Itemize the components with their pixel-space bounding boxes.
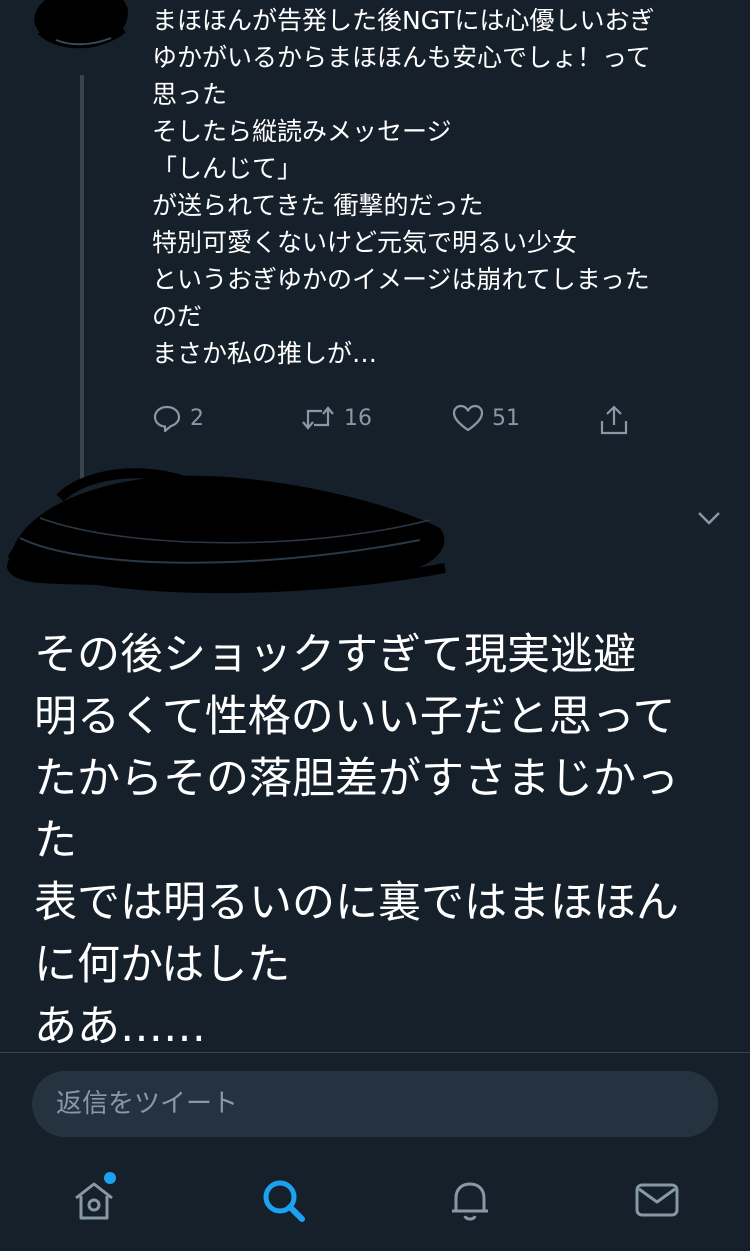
previous-tweet-text: まほほんが告発した後NGTには心優しいおぎ ゆかがいるからまほほんも安心でしょ！…: [152, 2, 727, 372]
tweet-text-line: まほほんが告発した後NGTには心優しいおぎ: [152, 6, 655, 35]
tweet-action-bar: 2 16 51: [150, 403, 650, 443]
tweet-text-line: ゆかがいるからまほほんも安心でしょ！って: [152, 43, 651, 72]
notifications-icon[interactable]: [446, 1176, 494, 1224]
heart-icon: [452, 404, 484, 432]
tweet-text-line: 思った: [152, 80, 228, 109]
thread-connector-line: [80, 75, 84, 480]
like-count: 51: [492, 405, 520, 431]
tweet-text-line: そしたら縦読みメッセージ: [152, 117, 452, 146]
tweet-text-line: というおぎゆかのイメージは崩れてしまった: [152, 265, 650, 294]
tweet-text-line: まさか私の推しが…: [152, 339, 378, 368]
retweet-button[interactable]: 16: [300, 403, 372, 433]
redacted-avatar-scribble: [34, 0, 128, 49]
reply-composer-bar: 返信をツイート: [0, 1052, 750, 1155]
messages-icon[interactable]: [633, 1176, 681, 1224]
reply-button[interactable]: 2: [152, 403, 204, 433]
redacted-author-scribble: [7, 468, 446, 594]
bottom-navigation: [0, 1154, 750, 1251]
tweet-text-line: 「しんじて」: [152, 154, 303, 183]
unread-indicator-dot: [104, 1172, 116, 1184]
tweet-text-line: が送られてきた 衝撃的だった: [152, 191, 484, 220]
tweet-text-line: 特別可愛くないけど元気で明るい少女: [152, 228, 578, 257]
main-tweet-text: その後ショックすぎて現実逃避 明るくて性格のいい子だと思って たからその落胆差が…: [34, 624, 724, 1058]
reply-count: 2: [190, 405, 204, 431]
like-button[interactable]: 51: [452, 403, 520, 433]
retweet-count: 16: [344, 405, 372, 431]
tweet-text-line: に何かはした: [34, 940, 291, 990]
tweet-text-line: その後ショックすぎて現実逃避: [34, 630, 636, 680]
retweet-icon: [302, 406, 334, 430]
search-icon[interactable]: [259, 1176, 307, 1224]
share-button[interactable]: [598, 403, 630, 437]
tweet-text-line: のだ: [152, 302, 203, 331]
tweet-text-line: 表では明るいのに裏ではまほほん: [34, 878, 679, 928]
share-icon: [600, 405, 628, 435]
reply-icon: [153, 405, 181, 433]
reply-input[interactable]: 返信をツイート: [32, 1071, 718, 1137]
chevron-down-icon[interactable]: [696, 505, 722, 531]
tweet-text-line: 明るくて性格のいい子だと思って: [34, 692, 676, 742]
tweet-text-line: ああ……: [34, 1002, 206, 1052]
tweet-text-line: た: [34, 816, 77, 866]
tweet-text-line: たからその落胆差がすさまじかっ: [34, 754, 679, 804]
